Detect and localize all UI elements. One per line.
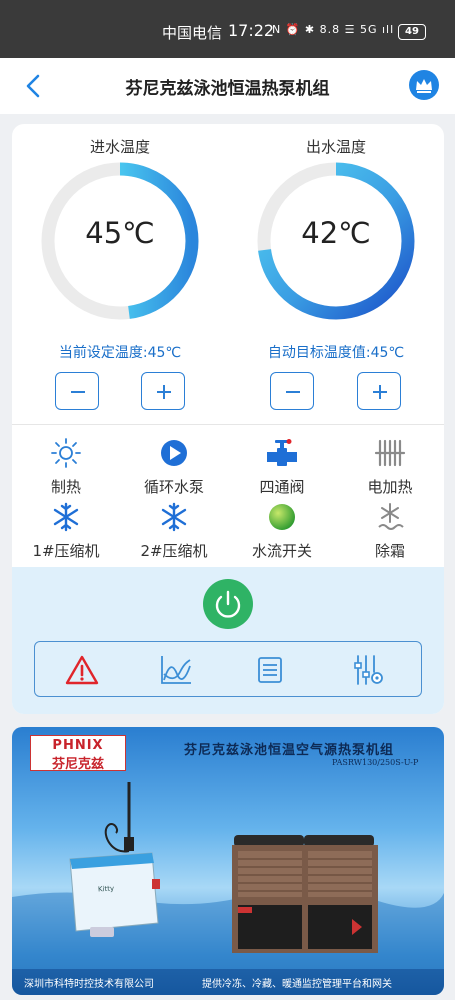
crown-icon (416, 79, 432, 93)
outlet-temp-label: 出水温度 (305, 138, 366, 156)
snowflake-icon (53, 502, 79, 532)
gateway-brand: Kitty (97, 884, 115, 894)
control-zone (12, 567, 444, 714)
power-icon (215, 590, 241, 618)
battery-icon: 49 (398, 24, 426, 40)
status-four-way-valve: 四通阀 (232, 438, 332, 497)
inlet-decrease-button[interactable] (55, 372, 99, 410)
status-label: 四通阀 (259, 478, 305, 496)
vip-button[interactable] (409, 70, 439, 100)
status-label: 1#压缩机 (32, 542, 100, 560)
status-compressor-2: 2#压缩机 (124, 502, 224, 561)
product-illustration (12, 782, 444, 969)
app-header: 芬尼克兹泳池恒温热泵机组 (0, 58, 455, 114)
footer-company: 深圳市科特时控技术有限公司 (24, 979, 154, 990)
inlet-increase-button[interactable] (141, 372, 185, 410)
plus-icon (157, 385, 171, 399)
outlet-setpoint-text: 自动目标温度值:45℃ (267, 345, 405, 361)
outlet-increase-button[interactable] (357, 372, 401, 410)
outlet-decrease-button[interactable] (270, 372, 314, 410)
status-bar: 中国电信 17:22 N ⏰ ✱ 8.8 ☰ 5G ıll 49 (0, 0, 455, 58)
curve-chart-icon[interactable] (159, 654, 193, 686)
status-heating: 制热 (16, 438, 116, 497)
product-banner[interactable]: PHNIX 芬尼克兹 芬尼克兹泳池恒温空气源热泵机组 PASRW130/250S… (12, 727, 444, 995)
status-circulation-pump: 循环水泵 (124, 438, 224, 497)
plus-icon (373, 385, 387, 399)
minus-icon (71, 391, 85, 393)
status-label: 水流开关 (251, 542, 312, 560)
status-label: 2#压缩机 (140, 542, 208, 560)
status-compressor-1: 1#压缩机 (16, 502, 116, 561)
power-button[interactable] (203, 579, 253, 629)
status-indicators: N ⏰ ✱ 8.8 ☰ 5G ıll (272, 23, 395, 36)
status-label: 除霜 (374, 542, 405, 560)
control-card: 进水温度 45℃ 当前设定温度:45℃ 出水温度 42℃ 自动目标温度值:45℃… (12, 124, 444, 714)
status-label: 循环水泵 (143, 478, 204, 496)
status-electric-heater: 电加热 (340, 438, 440, 497)
status-flow-switch: 水流开关 (232, 502, 332, 561)
inlet-temp-label: 进水温度 (89, 138, 150, 156)
status-defrost: 除霜 (340, 502, 440, 561)
inlet-temp-value: 45℃ (85, 216, 155, 250)
heater-icon (374, 439, 406, 467)
status-label: 电加热 (367, 478, 413, 496)
settings-sliders-icon[interactable] (351, 654, 385, 686)
alarm-icon[interactable] (65, 654, 99, 686)
minus-icon (286, 391, 300, 393)
function-toolbar (34, 641, 422, 697)
valve-icon (267, 439, 297, 466)
flow-switch-icon (269, 504, 295, 530)
status-label: 制热 (50, 478, 81, 496)
carrier-name: 中国电信 (162, 24, 223, 42)
page-title: 芬尼克兹泳池恒温热泵机组 (125, 79, 330, 99)
snowflake-icon (161, 502, 187, 532)
pump-icon (161, 440, 187, 466)
list-icon[interactable] (253, 654, 287, 686)
section-divider (12, 424, 444, 425)
defrost-icon (378, 503, 404, 530)
footer-slogan: 提供冷冻、冷藏、暖通监控管理平台和网关 (202, 979, 392, 990)
clock: 17:22 (228, 21, 275, 40)
sun-icon (51, 438, 81, 468)
outlet-temp-value: 42℃ (301, 216, 371, 250)
banner-footer: 深圳市科特时控技术有限公司 提供冷冻、冷藏、暖通监控管理平台和网关 (12, 969, 444, 995)
inlet-setpoint-text: 当前设定温度:45℃ (58, 345, 182, 361)
